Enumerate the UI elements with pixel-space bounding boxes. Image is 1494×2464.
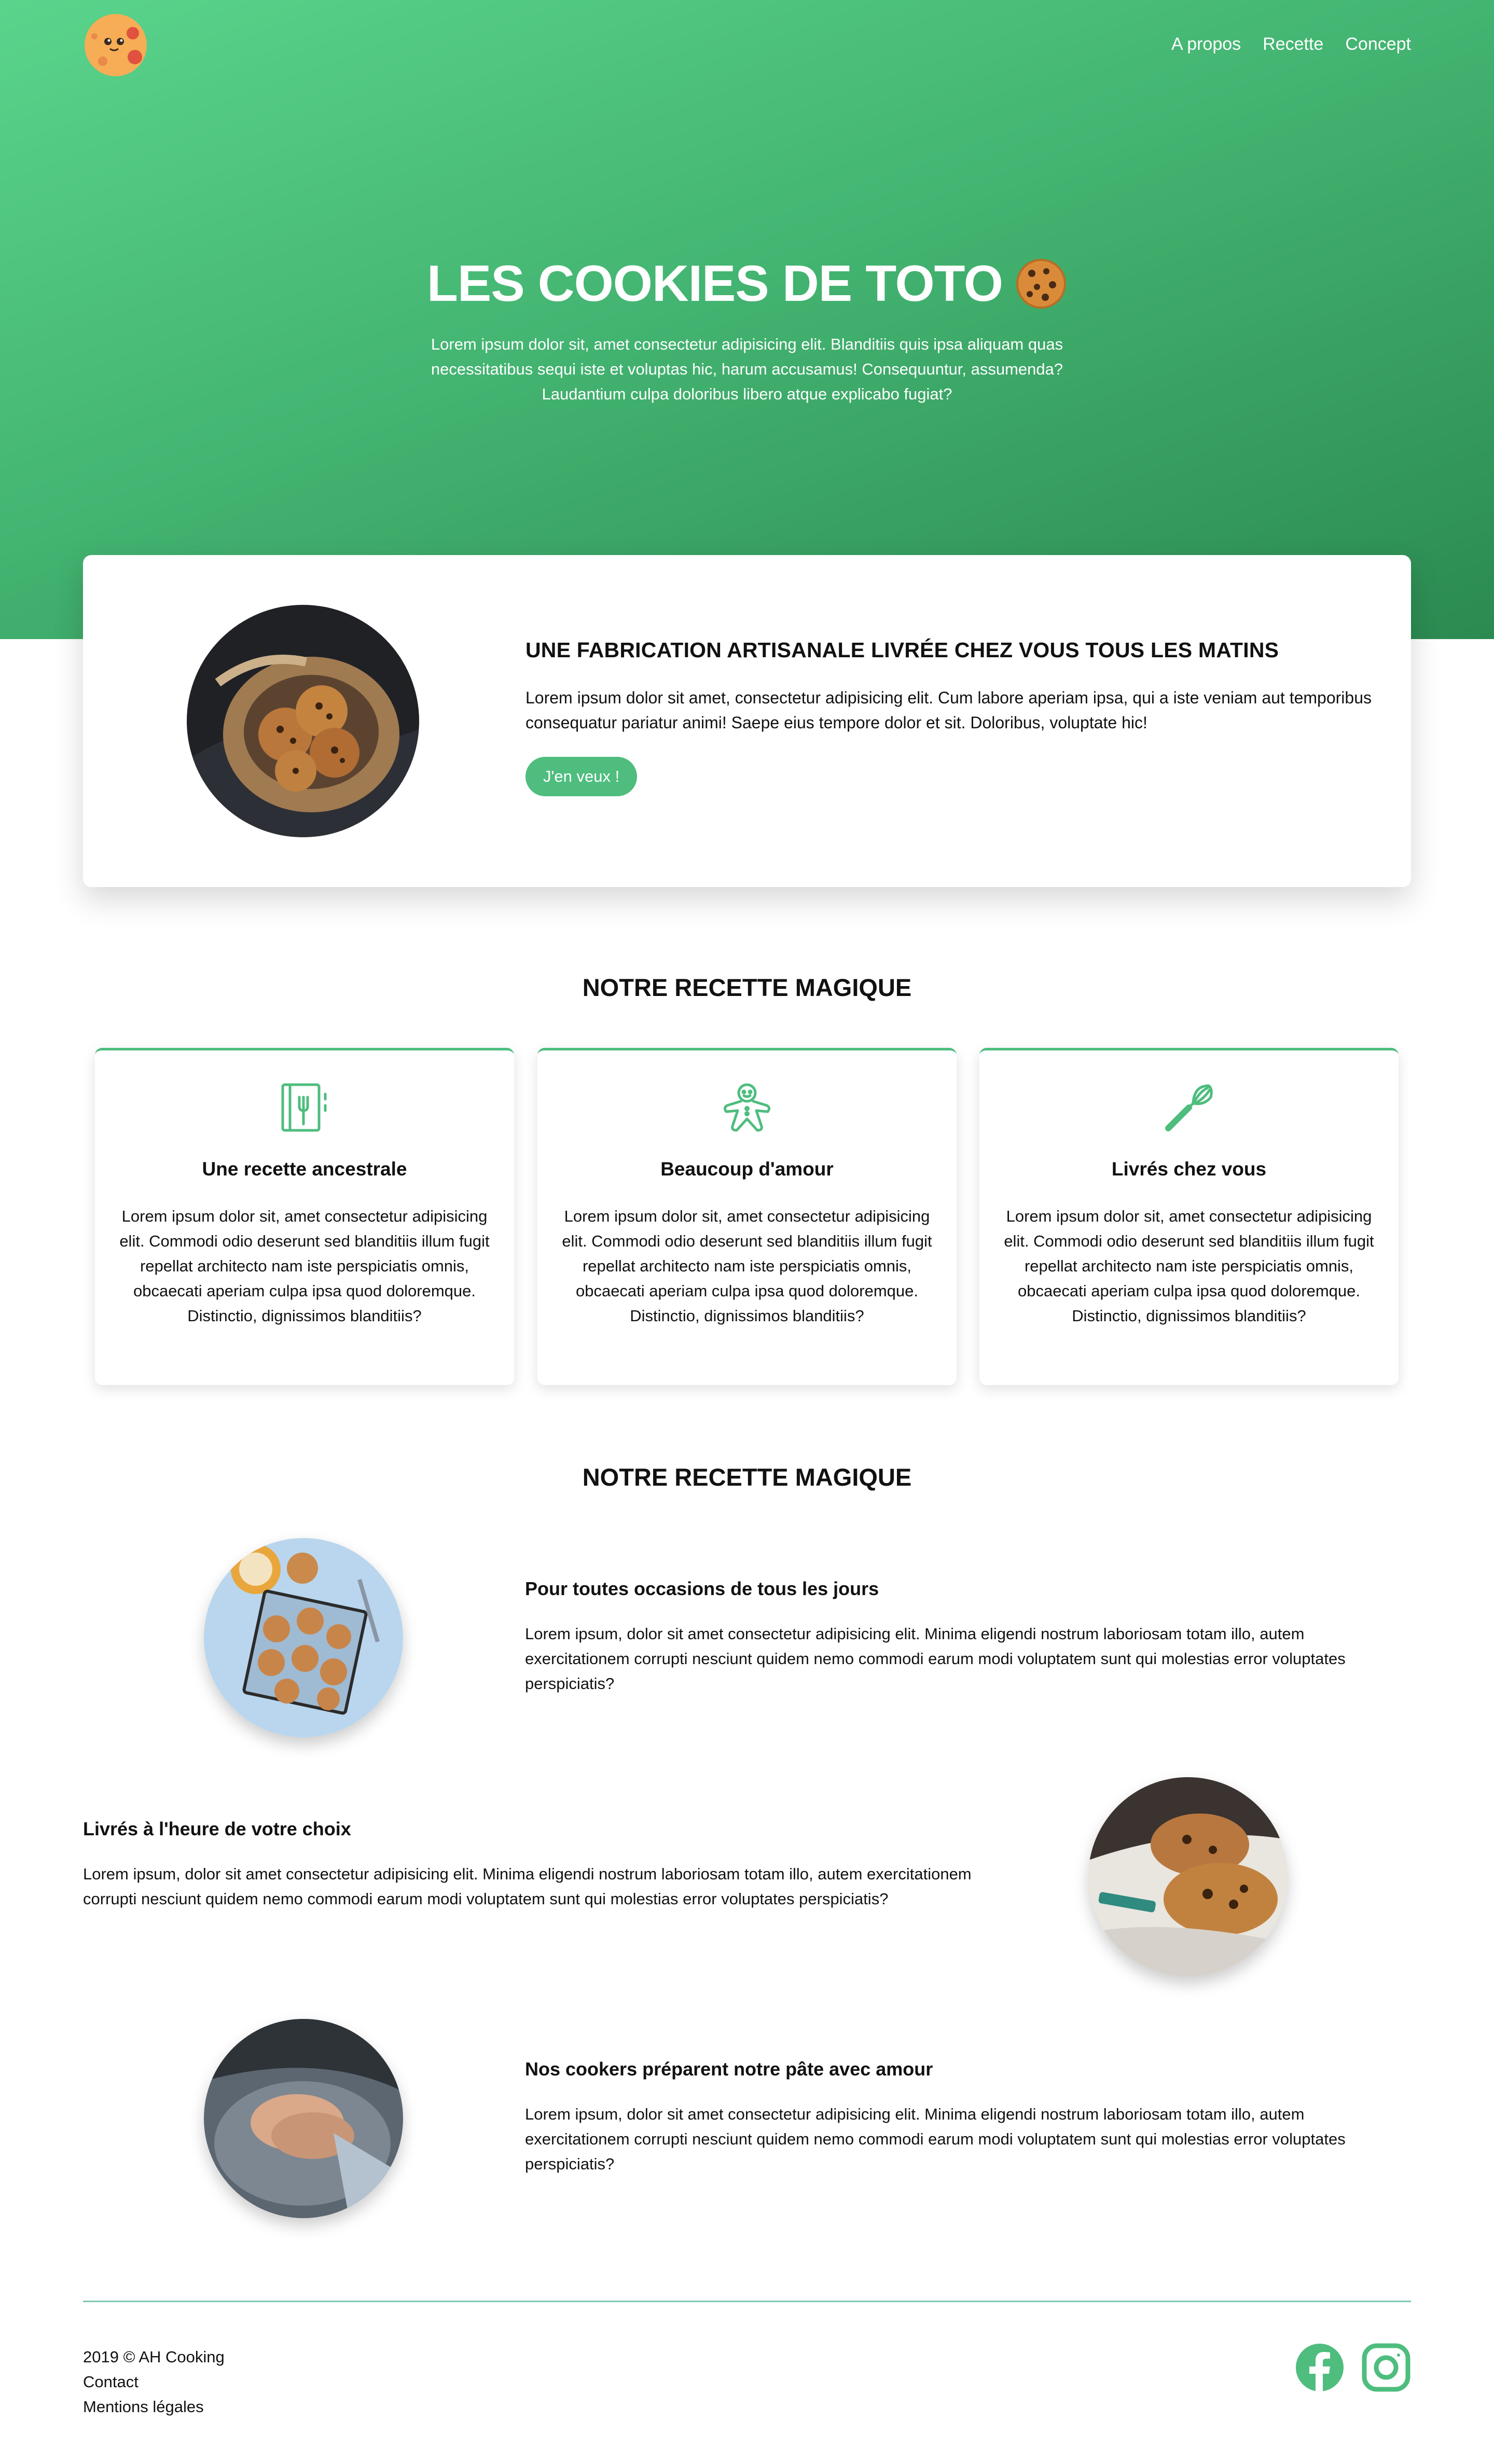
whisk-icon (1165, 1084, 1213, 1131)
dough-hands-image (204, 2019, 403, 2218)
recipe-card-title: Beaucoup d'amour (660, 1158, 834, 1180)
recipe-card: Une recette ancestrale Lorem ipsum dolor… (95, 1048, 514, 1385)
row-item-text: Lorem ipsum, dolor sit amet consectetur … (525, 2105, 1346, 2173)
footer-links: 2019 © AH Cooking Contact Mentions légal… (83, 2345, 225, 2419)
row-item-text: Lorem ipsum, dolor sit amet consectetur … (83, 1865, 972, 1908)
hero-section: A propos Recette Concept LES COOKIES DE … (0, 0, 1494, 639)
cta-button[interactable]: J'en veux ! (525, 757, 638, 796)
rows-section-title: NOTRE RECETTE MAGIQUE (582, 1463, 912, 1491)
recipe-card: Livrés chez vous Lorem ipsum dolor sit, … (979, 1048, 1399, 1385)
recipe-book-icon (281, 1083, 327, 1132)
nav-link-concept[interactable]: Concept (1345, 34, 1411, 54)
feature-description: Lorem ipsum dolor sit amet, consectetur … (525, 688, 1372, 732)
cookie-icon (1016, 258, 1066, 309)
recipe-card-text: Lorem ipsum dolor sit, amet consectetur … (1004, 1207, 1374, 1325)
recipe-card: Beaucoup d'amour Lorem ipsum dolor sit, … (537, 1048, 957, 1385)
cookies-basket-image (187, 605, 419, 837)
nav-link-recette[interactable]: Recette (1263, 34, 1323, 54)
hero-title-text: LES COOKIES DE TOTO (426, 255, 1003, 312)
recipe-section-title: NOTRE RECETTE MAGIQUE (582, 974, 912, 1001)
feature-card: UNE FABRICATION ARTISANALE LIVRÉE CHEZ V… (83, 555, 1411, 887)
cookie-logo-icon[interactable] (83, 11, 148, 79)
row-item-title: Pour toutes occasions de tous les jours (525, 1578, 879, 1599)
row-item-title: Nos cookers préparent notre pâte avec am… (525, 2058, 933, 2080)
cookies-plate-image (1088, 1777, 1288, 1976)
hero-subtitle: Lorem ipsum dolor sit, amet consectetur … (431, 335, 1063, 403)
footer-divider (83, 2301, 1411, 2302)
nav-link-a-propos[interactable]: A propos (1171, 34, 1241, 54)
row-item-title: Livrés à l'heure de votre choix (83, 1818, 351, 1839)
row-item-text: Lorem ipsum, dolor sit amet consectetur … (525, 1625, 1346, 1693)
cookies-rack-image (204, 1538, 403, 1737)
feature-title: UNE FABRICATION ARTISANALE LIVRÉE CHEZ V… (525, 638, 1279, 662)
recipe-card-text: Lorem ipsum dolor sit, amet consectetur … (119, 1207, 490, 1325)
row-item: Nos cookers préparent notre pâte avec am… (525, 2058, 1407, 2177)
row-item: Pour toutes occasions de tous les jours … (525, 1578, 1407, 1696)
recipe-card-title: Livrés chez vous (1111, 1158, 1267, 1180)
recipe-card-title: Une recette ancestrale (202, 1158, 407, 1180)
row-item: Livrés à l'heure de votre choix Lorem ip… (83, 1818, 975, 1912)
footer-copyright: 2019 © AH Cooking (83, 2348, 225, 2366)
footer-legal-link[interactable]: Mentions légales (83, 2394, 225, 2419)
facebook-icon[interactable] (1295, 2343, 1345, 2392)
instagram-icon[interactable] (1361, 2343, 1411, 2392)
feature-text: UNE FABRICATION ARTISANALE LIVRÉE CHEZ V… (525, 638, 1397, 796)
hero-title: LES COOKIES DE TOTO (0, 254, 1494, 313)
footer-contact-link[interactable]: Contact (83, 2370, 225, 2394)
recipe-card-text: Lorem ipsum dolor sit, amet consectetur … (562, 1207, 932, 1325)
gingerbread-icon (723, 1083, 771, 1132)
main-nav: A propos Recette Concept (1171, 34, 1411, 54)
